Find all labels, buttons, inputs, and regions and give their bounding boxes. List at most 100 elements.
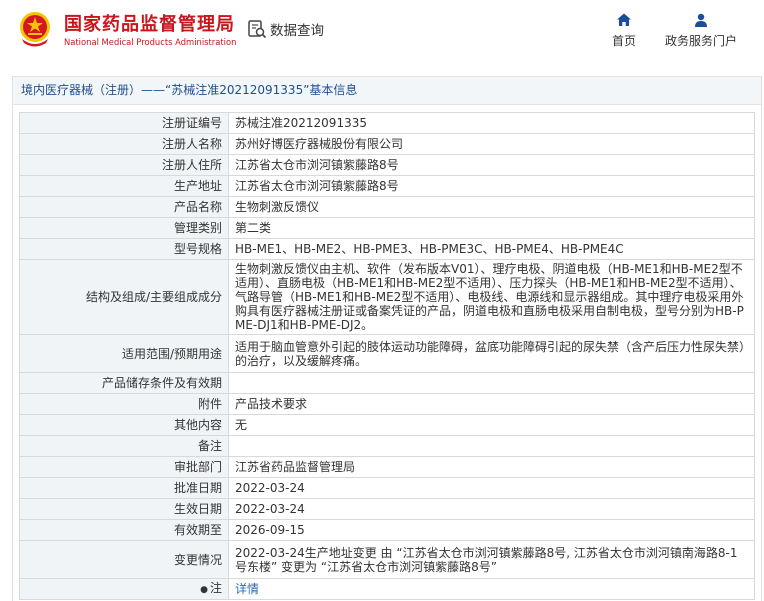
- details-link[interactable]: 详情: [235, 582, 259, 596]
- row-value-text: 苏械注准20212091335: [235, 116, 367, 130]
- table-row: 生产地址 江苏省太仓市浏河镇紫藤路8号: [19, 175, 755, 197]
- row-label: 产品储存条件及有效期: [19, 372, 229, 394]
- row-label-text: 批准日期: [173, 481, 222, 495]
- row-label-text: 注册人名称: [161, 137, 222, 151]
- row-label: 生产地址: [19, 175, 229, 197]
- table-row: 注册人名称 苏州好博医疗器械股份有限公司: [19, 133, 755, 155]
- site-header: 国家药品监督管理局 National Medical Products Admi…: [0, 0, 764, 62]
- row-value: HB-ME1、HB-ME2、HB-PME3、HB-PME3C、HB-PME4、H…: [228, 238, 755, 260]
- row-value-text: HB-ME1、HB-ME2、HB-PME3、HB-PME3C、HB-PME4、H…: [235, 242, 624, 256]
- row-label-text: 有效期至: [173, 523, 222, 537]
- row-value: 江苏省药品监督管理局: [228, 456, 755, 478]
- row-value: 2022-03-24: [228, 498, 755, 520]
- row-value-text: 适用于脑血管意外引起的肢体运动功能障碍，盆底功能障碍引起的尿失禁（含产后压力性尿…: [235, 339, 746, 368]
- table-row: 审批部门 江苏省药品监督管理局: [19, 456, 755, 478]
- table-row: 型号规格 HB-ME1、HB-ME2、HB-PME3、HB-PME3C、HB-PM…: [19, 238, 755, 260]
- detail-panel: 境内医疗器械（注册）——“苏械注准20212091335”基本信息 注册证编号苏…: [12, 76, 762, 601]
- row-value: [228, 372, 755, 394]
- row-label: 审批部门: [19, 456, 229, 478]
- row-label: 型号规格: [19, 238, 229, 260]
- row-value-text: 无: [235, 418, 248, 432]
- row-label-text: 注册证编号: [161, 116, 222, 130]
- national-emblem-icon: [20, 12, 50, 47]
- nav-home-label: 首页: [612, 34, 637, 48]
- detail-table: 注册证编号 苏械注准20212091335 注册人名称 苏州好博医疗器械股份有限公司注…: [19, 112, 755, 600]
- row-value-text: 江苏省太仓市浏河镇紫藤路8号: [235, 179, 399, 193]
- row-value: 产品技术要求: [228, 393, 755, 415]
- table-row: 注册证编号 苏械注准20212091335: [19, 112, 755, 134]
- row-label-text: 生效日期: [173, 502, 222, 516]
- row-label-text: 生产地址: [173, 179, 222, 193]
- table-row: 批准日期 2022-03-24: [19, 477, 755, 499]
- row-value: 苏州好博医疗器械股份有限公司: [228, 133, 755, 155]
- row-label-text: 注册人住所: [161, 158, 222, 172]
- row-value: 生物刺激反馈仪: [228, 196, 755, 218]
- row-label-text: 注: [209, 581, 222, 595]
- row-value-text: 苏州好博医疗器械股份有限公司: [235, 137, 404, 151]
- detail-table-wrap: 注册证编号 苏械注准20212091335 注册人名称 苏州好博医疗器械股份有限公司注…: [19, 112, 755, 600]
- nav-service-portal-label: 政务服务门户: [665, 34, 738, 48]
- row-value: 无: [228, 414, 755, 436]
- row-label: 产品名称: [19, 196, 229, 218]
- row-value: 2026-09-15: [228, 519, 755, 541]
- row-label-text: 管理类别: [173, 221, 222, 235]
- row-label: 注册人住所: [19, 154, 229, 176]
- row-value: 苏械注准20212091335: [228, 112, 755, 134]
- row-value: 适用于脑血管意外引起的肢体运动功能障碍，盆底功能障碍引起的尿失禁（含产后压力性尿…: [228, 334, 755, 373]
- row-label-text: 型号规格: [173, 242, 222, 256]
- row-label: 注册证编号: [19, 112, 229, 134]
- row-value: 江苏省太仓市浏河镇紫藤路8号: [228, 175, 755, 197]
- row-label-text: 审批部门: [173, 460, 222, 474]
- row-value: 2022-03-24生产地址变更 由 “江苏省太仓市浏河镇紫藤路8号, 江苏省太…: [228, 540, 755, 579]
- row-label: 批准日期: [19, 477, 229, 499]
- table-row: 适用范围/预期用途 适用于脑血管意外引起的肢体运动功能障碍，盆底功能障碍引起的尿失…: [19, 334, 755, 373]
- table-row: 注册人住所 江苏省太仓市浏河镇紫藤路8号: [19, 154, 755, 176]
- nav-service-portal[interactable]: 政务服务门户: [665, 12, 737, 49]
- nav-home[interactable]: 首页: [612, 12, 636, 49]
- table-row: 产品储存条件及有效期: [19, 372, 755, 394]
- row-value: 第二类: [228, 217, 755, 239]
- row-label: 结构及组成/主要组成成分: [19, 259, 229, 335]
- table-row: 管理类别 第二类: [19, 217, 755, 239]
- table-row: 有效期至 2026-09-15: [19, 519, 755, 541]
- data-query-link[interactable]: 数据查询: [270, 19, 324, 39]
- row-label: 备注: [19, 435, 229, 457]
- row-value-text: 第二类: [235, 221, 272, 235]
- table-row: 其他内容无: [19, 414, 755, 436]
- table-row: 变更情况 2022-03-24生产地址变更 由 “江苏省太仓市浏河镇紫藤路8号, …: [19, 540, 755, 579]
- brand-name-cn: 国家药品监督管理局: [64, 14, 235, 35]
- row-label: 管理类别: [19, 217, 229, 239]
- row-value-text: 2026-09-15: [235, 523, 305, 537]
- row-label: 变更情况: [19, 540, 229, 579]
- table-row: 附件 产品技术要求: [19, 393, 755, 415]
- row-value-text: 江苏省太仓市浏河镇紫藤路8号: [235, 158, 399, 172]
- row-value: 江苏省太仓市浏河镇紫藤路8号: [228, 154, 755, 176]
- row-value-text: 生物刺激反馈仪由主机、软件（发布版本V01）、理疗电极、阴道电极（HB-ME1和…: [235, 262, 744, 332]
- panel-title: 境内医疗器械（注册）——“苏械注准20212091335”基本信息: [13, 77, 761, 105]
- row-value-text: 产品技术要求: [235, 397, 308, 411]
- user-icon: [695, 13, 707, 27]
- table-row: 结构及组成/主要组成成分 生物刺激反馈仪由主机、软件（发布版本V01）、理疗电极、…: [19, 259, 755, 335]
- row-value-text: 2022-03-24生产地址变更 由 “江苏省太仓市浏河镇紫藤路8号, 江苏省太…: [235, 545, 738, 574]
- row-value: [228, 435, 755, 457]
- row-label-text: 结构及组成/主要组成成分: [85, 290, 222, 304]
- data-query-icon[interactable]: [247, 19, 267, 39]
- table-row: 产品名称 生物刺激反馈仪: [19, 196, 755, 218]
- row-label-text: 附件: [197, 397, 222, 411]
- note-bullet-icon: ●: [200, 585, 208, 595]
- row-value-text: 2022-03-24: [235, 502, 305, 516]
- row-value: 详情: [228, 578, 755, 600]
- brand-name-en: National Medical Products Administration: [64, 37, 237, 47]
- table-row: ● 注详情: [19, 578, 755, 600]
- row-label: 注册人名称: [19, 133, 229, 155]
- home-icon: [617, 13, 631, 26]
- row-label: 附件: [19, 393, 229, 415]
- row-label: 有效期至: [19, 519, 229, 541]
- table-row: 备注: [19, 435, 755, 457]
- row-label: 其他内容: [19, 414, 229, 436]
- row-label: ● 注: [19, 578, 229, 600]
- row-value: 2022-03-24: [228, 477, 755, 499]
- row-label: 生效日期: [19, 498, 229, 520]
- row-label-text: 产品储存条件及有效期: [101, 376, 222, 390]
- row-label: 适用范围/预期用途: [19, 334, 229, 373]
